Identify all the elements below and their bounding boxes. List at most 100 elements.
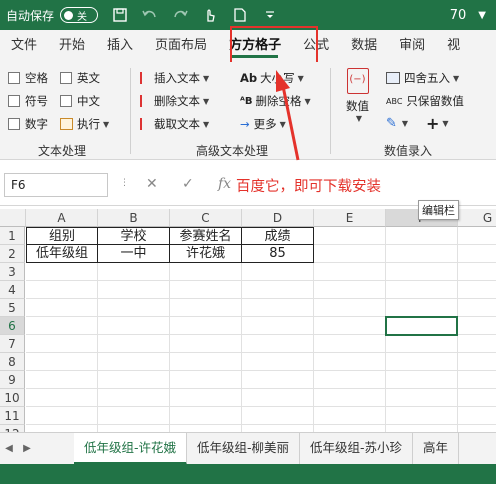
cell[interactable] — [314, 407, 386, 425]
row-header[interactable]: 6 — [0, 317, 25, 335]
cell[interactable] — [314, 299, 386, 317]
checkbox-space[interactable]: 空格 — [8, 70, 48, 86]
cell[interactable] — [242, 317, 314, 335]
round-button[interactable]: 四舍五入 ▼ — [386, 70, 459, 86]
cell[interactable] — [26, 407, 98, 425]
cell[interactable] — [170, 407, 242, 425]
cell[interactable]: 许花娥 — [170, 245, 242, 263]
cell[interactable] — [170, 281, 242, 299]
delete-text-button[interactable]: 删除文本 ▼ — [140, 93, 209, 109]
sheet-tab[interactable]: 低年级组-苏小珍 — [300, 432, 414, 465]
cell[interactable] — [242, 335, 314, 353]
execute-button[interactable]: 执行 ▼ — [60, 116, 109, 132]
cell[interactable] — [242, 407, 314, 425]
column-header[interactable]: C — [170, 209, 242, 227]
cell[interactable] — [170, 317, 242, 335]
cell[interactable]: 成绩 — [242, 227, 314, 245]
cell[interactable] — [314, 227, 386, 245]
select-all-corner[interactable] — [0, 209, 26, 227]
cell[interactable] — [26, 317, 98, 335]
cell[interactable] — [170, 389, 242, 407]
chevron-down-icon[interactable]: ▼ — [478, 10, 486, 21]
cell[interactable] — [386, 335, 458, 353]
value-button[interactable]: (−) 数值 ▼ — [346, 68, 369, 123]
cell[interactable]: 组别 — [26, 227, 98, 245]
cell[interactable] — [26, 353, 98, 371]
cell[interactable] — [314, 389, 386, 407]
cell[interactable] — [242, 389, 314, 407]
cell[interactable] — [170, 263, 242, 281]
cell[interactable] — [458, 389, 496, 407]
checkbox-box[interactable] — [60, 95, 72, 107]
cell[interactable] — [458, 263, 496, 281]
name-box[interactable]: F6 — [4, 173, 108, 197]
cell[interactable] — [242, 353, 314, 371]
cell[interactable]: 低年级组 — [26, 245, 98, 263]
save-icon[interactable] — [112, 7, 128, 23]
tab-view[interactable]: 视 — [436, 30, 471, 62]
cell[interactable] — [314, 281, 386, 299]
checkbox-box[interactable] — [60, 72, 72, 84]
row-header[interactable]: 10 — [0, 389, 25, 407]
cell[interactable] — [386, 299, 458, 317]
cell[interactable] — [314, 335, 386, 353]
redo-icon[interactable] — [172, 7, 188, 23]
cut-text-button[interactable]: 截取文本 ▼ — [140, 116, 209, 132]
insert-text-button[interactable]: 插入文本 ▼ — [140, 70, 209, 86]
cell[interactable] — [98, 353, 170, 371]
cell[interactable] — [26, 281, 98, 299]
edit-dropdown[interactable]: ✎ ▼ — [386, 116, 408, 131]
checkbox-box[interactable] — [8, 118, 20, 130]
cell[interactable] — [458, 335, 496, 353]
cell[interactable] — [98, 317, 170, 335]
row-header[interactable]: 1 — [0, 227, 25, 245]
cell[interactable] — [314, 263, 386, 281]
tab-insert[interactable]: 插入 — [96, 30, 144, 62]
checkbox-chinese[interactable]: 中文 — [60, 93, 100, 109]
fx-button[interactable]: fx — [218, 176, 231, 192]
cell[interactable] — [98, 263, 170, 281]
cell[interactable] — [386, 263, 458, 281]
prev-sheet-icon[interactable]: ◀ — [0, 443, 18, 454]
row-header[interactable]: 11 — [0, 407, 25, 425]
checkbox-box[interactable] — [8, 95, 20, 107]
keep-value-button[interactable]: ABC 只保留数值 — [386, 93, 464, 109]
sheet-tab-active[interactable]: 低年级组-许花娥 — [74, 432, 188, 465]
cell[interactable] — [170, 371, 242, 389]
cell[interactable] — [242, 281, 314, 299]
cell[interactable]: 学校 — [98, 227, 170, 245]
cell[interactable] — [98, 335, 170, 353]
cell[interactable] — [386, 371, 458, 389]
row-header[interactable]: 8 — [0, 353, 25, 371]
cell[interactable] — [98, 407, 170, 425]
row-header[interactable]: 7 — [0, 335, 25, 353]
checkbox-english[interactable]: 英文 — [60, 70, 100, 86]
column-header[interactable]: G — [458, 209, 496, 227]
touch-mode-icon[interactable] — [202, 7, 218, 23]
cell[interactable] — [458, 317, 496, 335]
cell[interactable] — [98, 371, 170, 389]
cell[interactable] — [386, 353, 458, 371]
tab-page-layout[interactable]: 页面布局 — [144, 30, 218, 62]
cell[interactable] — [386, 227, 458, 245]
cell[interactable] — [170, 335, 242, 353]
column-header[interactable]: E — [314, 209, 386, 227]
cell[interactable]: 一中 — [98, 245, 170, 263]
cell[interactable] — [386, 407, 458, 425]
cell[interactable]: 85 — [242, 245, 314, 263]
autosave-toggle[interactable]: 关 — [60, 7, 99, 23]
cell[interactable] — [26, 299, 98, 317]
cell[interactable] — [386, 281, 458, 299]
cell[interactable]: 参赛姓名 — [170, 227, 242, 245]
cell[interactable] — [314, 317, 386, 335]
next-sheet-icon[interactable]: ▶ — [18, 443, 36, 454]
row-header[interactable]: 5 — [0, 299, 25, 317]
row-header[interactable]: 9 — [0, 371, 25, 389]
checkbox-symbol[interactable]: 符号 — [8, 93, 48, 109]
cell[interactable] — [170, 299, 242, 317]
cell[interactable] — [458, 353, 496, 371]
cancel-icon[interactable]: ✕ — [146, 176, 158, 192]
row-header[interactable]: 4 — [0, 281, 25, 299]
cell[interactable] — [314, 371, 386, 389]
case-button[interactable]: Ab 大小写 ▼ — [240, 70, 304, 86]
